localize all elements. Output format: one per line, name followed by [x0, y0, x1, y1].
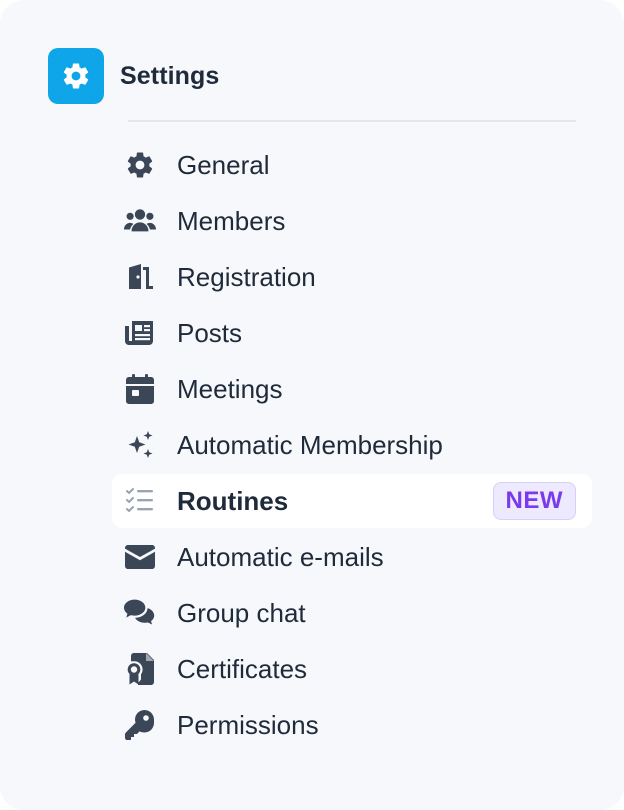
menu-item-label: Registration — [177, 261, 316, 292]
checklist-icon — [124, 485, 156, 517]
menu-item-group-chat[interactable]: Group chat — [112, 586, 592, 640]
page-title: Settings — [120, 61, 220, 90]
divider — [128, 120, 576, 122]
envelope-icon — [124, 541, 156, 573]
new-badge: NEW — [492, 482, 576, 520]
menu-item-label: Members — [177, 205, 286, 236]
menu-item-label: Group chat — [177, 597, 306, 628]
menu-item-members[interactable]: Members — [112, 194, 592, 248]
calendar-icon — [124, 373, 156, 405]
sparkles-icon — [124, 429, 156, 461]
menu-item-registration[interactable]: Registration — [112, 250, 592, 304]
menu-item-meetings[interactable]: Meetings — [112, 362, 592, 416]
menu-item-label: Posts — [177, 317, 243, 348]
menu-item-label: Permissions — [177, 709, 319, 740]
gear-icon — [124, 149, 156, 181]
settings-menu: General Members Registration Posts Meeti… — [112, 138, 592, 754]
gear-icon — [48, 48, 104, 104]
settings-header: Settings — [48, 48, 219, 104]
key-icon — [124, 709, 156, 741]
menu-item-label: Meetings — [177, 373, 283, 404]
newspaper-icon — [124, 317, 156, 349]
menu-item-label: General — [177, 149, 270, 180]
door-open-icon — [124, 261, 156, 293]
menu-item-label: Automatic e-mails — [177, 541, 384, 572]
menu-item-routines[interactable]: Routines NEW — [112, 474, 592, 528]
users-icon — [124, 205, 156, 237]
menu-item-label: Certificates — [177, 653, 308, 684]
menu-item-automatic-membership[interactable]: Automatic Membership — [112, 418, 592, 472]
chat-bubbles-icon — [124, 597, 156, 629]
menu-item-posts[interactable]: Posts — [112, 306, 592, 360]
settings-panel: Settings General Members Registration Po… — [0, 0, 624, 810]
menu-item-label: Routines — [177, 485, 289, 516]
certificate-icon — [124, 653, 156, 685]
menu-item-certificates[interactable]: Certificates — [112, 642, 592, 696]
menu-item-general[interactable]: General — [112, 138, 592, 192]
menu-item-label: Automatic Membership — [177, 429, 443, 460]
menu-item-automatic-emails[interactable]: Automatic e-mails — [112, 530, 592, 584]
menu-item-permissions[interactable]: Permissions — [112, 698, 592, 752]
